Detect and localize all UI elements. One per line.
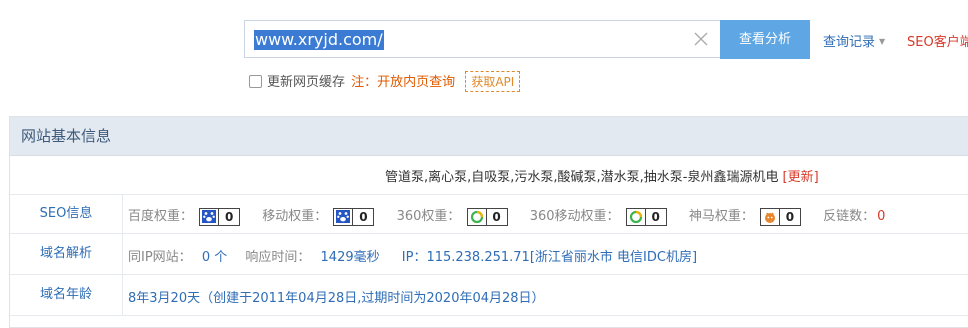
seo-info-label: SEO信息 — [10, 195, 123, 233]
dns-label: 域名解析 — [10, 234, 123, 274]
paw-icon — [334, 208, 354, 225]
shenma-weight-label: 神马权重： — [688, 209, 754, 224]
domain-age-label: 域名年龄 — [10, 275, 123, 315]
ip-address[interactable]: IP：115.238.251.71[浙江省丽水市 电信IDC机房] — [402, 250, 697, 265]
mobile-weight-value: 0 — [359, 209, 368, 224]
seo-info-row: SEO信息 百度权重： 0 移动权重： 0 360权重： 0 360移动权重： … — [10, 195, 968, 234]
baidu-weight-value: 0 — [224, 209, 234, 224]
paw-icon — [200, 208, 220, 225]
mobile-weight-badge[interactable]: 0 — [333, 207, 375, 226]
seo-client-link[interactable]: SEO客户端 — [907, 31, 968, 50]
backlinks-label: 反链数： — [823, 209, 876, 224]
same-ip-value[interactable]: 0 个 — [202, 250, 227, 265]
shenma-horse-icon — [761, 208, 780, 225]
clear-icon[interactable] — [692, 30, 710, 48]
shenma-weight-value: 0 — [785, 209, 795, 224]
dns-row: 域名解析 同IP网站： 0 个 响应时间： 1429毫秒 IP：115.238.… — [10, 234, 968, 275]
s360-mobile-weight-badge[interactable]: 0 — [625, 207, 667, 226]
history-label: 查询记录 — [823, 35, 876, 50]
inner-page-note[interactable]: 注：开放内页查询 — [351, 75, 455, 90]
s360-mobile-weight-label: 360移动权重： — [529, 209, 620, 224]
backlinks-value[interactable]: 0 — [877, 209, 885, 224]
update-cache-label: 更新网页缓存 — [267, 75, 346, 90]
site-info-panel: 网站基本信息 管道泵,离心泵,自吸泵,污水泵,酸碱泵,潜水泵,抽水泵-泉州鑫瑞源… — [9, 116, 968, 328]
s360-mobile-weight-value: 0 — [651, 209, 660, 224]
url-search-input[interactable]: www.xryjd.com/ — [244, 20, 720, 58]
update-cache-checkbox[interactable] — [249, 75, 262, 88]
360-icon — [468, 208, 487, 225]
baidu-weight-label: 百度权重： — [128, 209, 194, 224]
same-ip-label: 同IP网站： — [128, 250, 192, 265]
response-time-label: 响应时间： — [245, 250, 311, 265]
baidu-weight-badge[interactable]: 0 — [199, 207, 241, 226]
caret-down-icon: ▼ — [879, 37, 886, 46]
update-link[interactable]: [更新] — [783, 170, 819, 185]
domain-age-row: 域名年龄 8年3月20天（创建于2011年04月28日,过期时间为2020年04… — [10, 275, 968, 316]
shenma-weight-badge[interactable]: 0 — [759, 207, 801, 226]
360-icon — [627, 208, 646, 225]
response-time-value: 1429毫秒 — [320, 250, 380, 265]
site-title: 管道泵,离心泵,自吸泵,污水泵,酸碱泵,潜水泵,抽水泵-泉州鑫瑞源机电 — [385, 170, 779, 185]
s360-weight-label: 360权重： — [396, 209, 461, 224]
search-area: www.xryjd.com/ 查看分析 查询记录 ▼ SEO客户端 更新网页缓存 … — [0, 0, 968, 106]
history-dropdown[interactable]: 查询记录 ▼ — [823, 31, 885, 50]
search-input-value: www.xryjd.com/ — [254, 30, 384, 50]
panel-title: 网站基本信息 — [10, 117, 968, 156]
mobile-weight-label: 移动权重： — [262, 209, 328, 224]
analyze-button[interactable]: 查看分析 — [720, 20, 810, 59]
cache-options: 更新网页缓存 注：开放内页查询 获取API — [249, 71, 521, 92]
domain-age-value: 8年3月20天（创建于2011年04月28日,过期时间为2020年04月28日） — [128, 291, 545, 306]
get-api-button[interactable]: 获取API — [465, 71, 521, 92]
s360-weight-badge[interactable]: 0 — [466, 207, 508, 226]
s360-weight-value: 0 — [492, 209, 501, 224]
site-title-row: 管道泵,离心泵,自吸泵,污水泵,酸碱泵,潜水泵,抽水泵-泉州鑫瑞源机电 [更新] — [10, 156, 968, 195]
